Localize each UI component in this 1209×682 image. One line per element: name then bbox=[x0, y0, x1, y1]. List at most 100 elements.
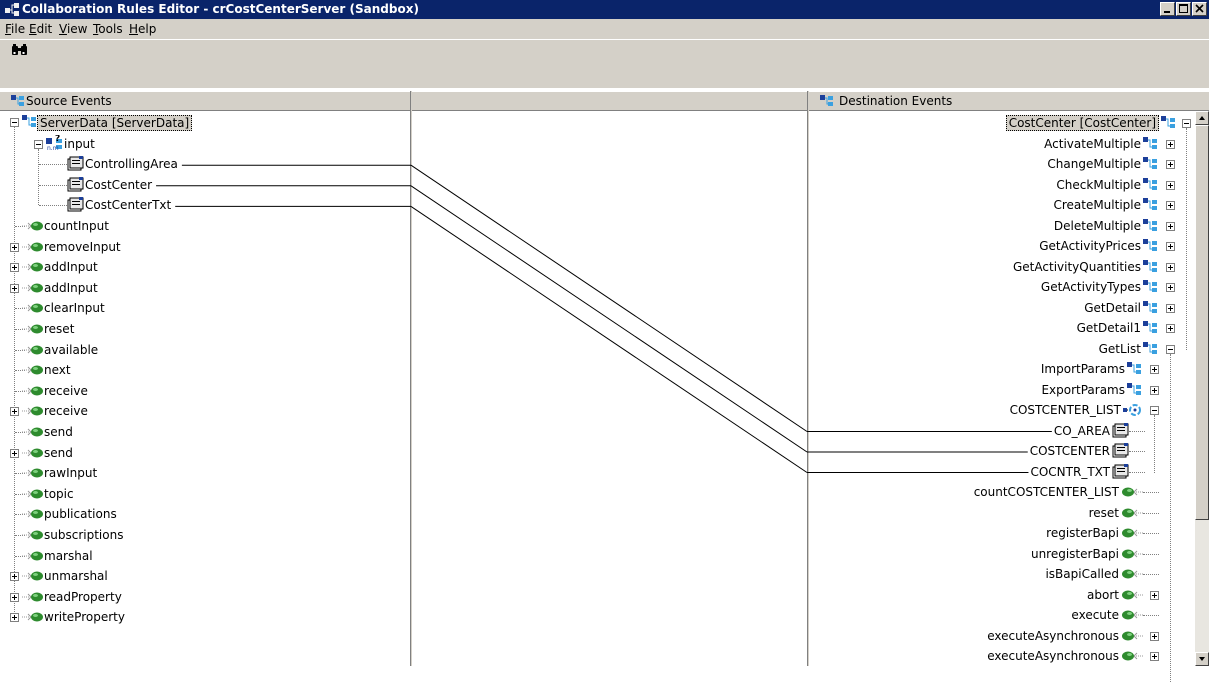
event-tree-icon bbox=[1143, 321, 1159, 337]
method-icon bbox=[1121, 507, 1143, 522]
destination-method-node[interactable]: countCOSTCENTER_LIST bbox=[809, 483, 1195, 501]
tree-connector bbox=[1143, 615, 1159, 617]
destination-group-node[interactable]: ImportParams bbox=[809, 360, 1195, 378]
expand-toggle[interactable] bbox=[1166, 139, 1175, 149]
destination-node-label: GetActivityTypes bbox=[1040, 280, 1141, 294]
destination-tree: CostCenter [CostCenter] ActivateMultiple C… bbox=[809, 111, 1195, 682]
destination-node-label: DeleteMultiple bbox=[1053, 218, 1141, 233]
event-tree-icon bbox=[1127, 382, 1143, 399]
destination-node-label: isBapiCalled bbox=[1045, 567, 1119, 581]
collapse-toggle[interactable] bbox=[1182, 119, 1191, 128]
destination-table-node[interactable]: COSTCENTER_LIST bbox=[809, 401, 1195, 419]
expand-toggle[interactable] bbox=[1150, 652, 1159, 661]
destination-node-label: GetActivityPrices bbox=[1039, 239, 1141, 253]
scroll-down-button[interactable] bbox=[1195, 652, 1209, 666]
tree-connector bbox=[1143, 492, 1159, 494]
method-icon bbox=[1121, 568, 1143, 583]
field-icon bbox=[1112, 443, 1129, 461]
tree-connector bbox=[1129, 471, 1145, 474]
event-tree-icon bbox=[1143, 300, 1159, 317]
expand-toggle[interactable] bbox=[1166, 303, 1175, 313]
destination-method-node[interactable]: isBapiCalled bbox=[809, 565, 1195, 583]
tree-connector bbox=[1129, 451, 1145, 453]
expand-toggle[interactable] bbox=[1166, 180, 1175, 190]
destination-node-label: GetDetail bbox=[1084, 300, 1141, 315]
destination-node-label: unregisterBapi bbox=[1030, 546, 1119, 561]
collapse-toggle[interactable] bbox=[1150, 406, 1159, 415]
destination-group-node[interactable]: ExportParams bbox=[809, 381, 1195, 399]
event-tree-icon bbox=[1143, 239, 1159, 255]
event-tree-icon bbox=[1143, 259, 1159, 276]
tree-connector bbox=[1143, 512, 1159, 515]
scroll-track[interactable] bbox=[1195, 520, 1209, 652]
expand-toggle[interactable] bbox=[1166, 160, 1175, 169]
destination-node-label: GetList bbox=[1098, 341, 1141, 356]
destination-field-node[interactable]: CO_AREA bbox=[809, 422, 1195, 440]
field-icon bbox=[1112, 422, 1129, 441]
destination-method-node[interactable]: executeAsynchronous bbox=[809, 647, 1195, 665]
destination-node-label: ImportParams bbox=[1040, 362, 1125, 376]
destination-node-label: executeAsynchronous bbox=[987, 649, 1119, 663]
expand-toggle[interactable] bbox=[1166, 324, 1175, 333]
destination-node-label: GetDetail1 bbox=[1076, 321, 1141, 335]
destination-group-node[interactable]: CheckMultiple bbox=[809, 176, 1195, 194]
scroll-thumb[interactable] bbox=[1195, 125, 1209, 520]
scroll-up-button[interactable] bbox=[1195, 111, 1209, 125]
destination-method-node[interactable]: reset bbox=[809, 504, 1195, 522]
expand-toggle[interactable] bbox=[1150, 385, 1159, 395]
expand-toggle[interactable] bbox=[1166, 242, 1175, 251]
destination-method-node[interactable]: abort bbox=[809, 586, 1195, 604]
expand-toggle[interactable] bbox=[1150, 590, 1159, 600]
event-tree-icon bbox=[1127, 362, 1143, 378]
destination-node-label: COSTCENTER bbox=[1029, 444, 1110, 458]
method-icon bbox=[1121, 548, 1143, 563]
expand-toggle[interactable] bbox=[1150, 631, 1159, 641]
destination-group-node[interactable]: GetList bbox=[809, 340, 1195, 358]
destination-node-label: countCOSTCENTER_LIST bbox=[973, 485, 1119, 499]
destination-node-label: execute bbox=[1071, 608, 1119, 622]
expand-toggle[interactable] bbox=[1166, 201, 1175, 210]
event-tree-icon bbox=[1143, 136, 1159, 153]
destination-node-label: abort bbox=[1087, 587, 1119, 602]
method-icon bbox=[1121, 486, 1143, 501]
destination-field-node[interactable]: COSTCENTER bbox=[809, 442, 1195, 460]
destination-method-node[interactable]: executeAsynchronous bbox=[809, 627, 1195, 645]
destination-field-node[interactable]: COCNTR_TXT bbox=[809, 463, 1195, 481]
destination-method-node[interactable]: registerBapi bbox=[809, 524, 1195, 542]
destination-node-label: COCNTR_TXT bbox=[1030, 464, 1110, 479]
destination-node-label: executeAsynchronous bbox=[987, 628, 1119, 643]
destination-node-label: CO_AREA bbox=[1053, 423, 1110, 438]
destination-node-label: CreateMultiple bbox=[1053, 198, 1141, 212]
destination-group-node[interactable]: CreateMultiple bbox=[809, 196, 1195, 214]
destination-method-node[interactable]: unregisterBapi bbox=[809, 545, 1195, 563]
expand-toggle[interactable] bbox=[1166, 262, 1175, 272]
expand-toggle[interactable] bbox=[1166, 283, 1175, 292]
destination-group-node[interactable]: ChangeMultiple bbox=[809, 155, 1195, 173]
method-icon bbox=[1121, 527, 1143, 542]
method-icon bbox=[1121, 609, 1143, 624]
event-tree-icon bbox=[1143, 157, 1159, 173]
destination-group-node[interactable]: GetDetail bbox=[809, 299, 1195, 317]
destination-node-label: COSTCENTER_LIST bbox=[1009, 403, 1121, 417]
event-tree-icon bbox=[1143, 280, 1159, 296]
destination-group-node[interactable]: GetDetail1 bbox=[809, 319, 1195, 337]
expand-toggle[interactable] bbox=[1150, 365, 1159, 374]
destination-node-label: reset bbox=[1088, 505, 1119, 520]
destination-scrollbar[interactable] bbox=[1195, 111, 1209, 666]
event-tree-icon bbox=[1143, 218, 1159, 235]
method-icon bbox=[1121, 650, 1143, 665]
destination-node-label: registerBapi bbox=[1046, 526, 1119, 540]
tree-connector bbox=[1143, 553, 1159, 556]
expand-toggle[interactable] bbox=[1166, 221, 1175, 231]
destination-group-node[interactable]: DeleteMultiple bbox=[809, 217, 1195, 235]
destination-method-node[interactable]: execute bbox=[809, 606, 1195, 624]
destination-node-label: ExportParams bbox=[1041, 382, 1125, 397]
destination-group-node[interactable]: GetActivityTypes bbox=[809, 278, 1195, 296]
destination-group-node[interactable]: GetActivityPrices bbox=[809, 237, 1195, 255]
destination-root-node[interactable]: CostCenter [CostCenter] bbox=[809, 114, 1195, 132]
destination-group-node[interactable]: GetActivityQuantities bbox=[809, 258, 1195, 276]
event-tree-icon bbox=[1161, 116, 1177, 132]
destination-group-node[interactable]: ActivateMultiple bbox=[809, 135, 1195, 153]
collapse-toggle[interactable] bbox=[1166, 344, 1175, 354]
event-tree-icon bbox=[1143, 341, 1159, 358]
